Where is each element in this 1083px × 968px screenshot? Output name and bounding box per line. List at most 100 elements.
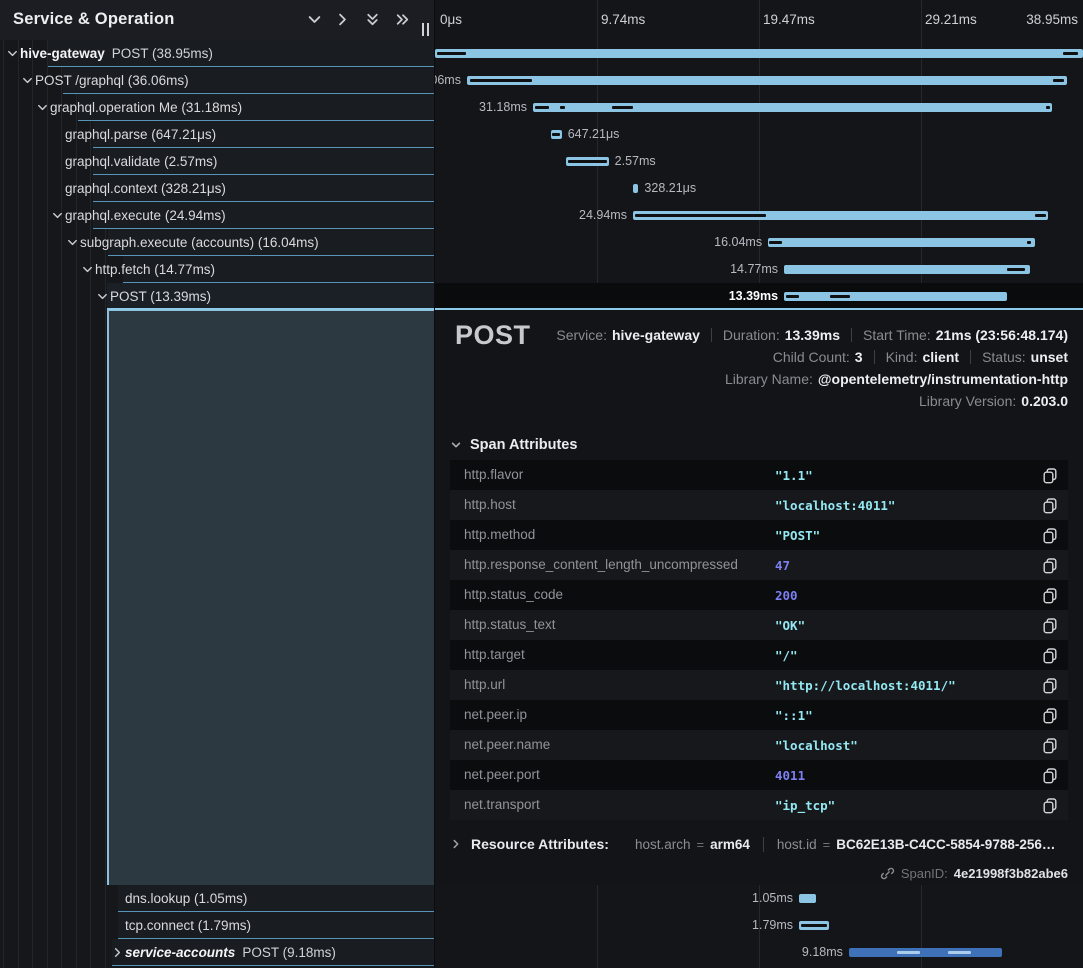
attribute-row: net.peer.name"localhost" bbox=[450, 730, 1068, 760]
span-tree-row[interactable]: graphql.parse (647.21μs) bbox=[0, 121, 435, 148]
copy-icon[interactable] bbox=[1042, 767, 1058, 784]
bar-duration-label: 31.18ms bbox=[479, 100, 527, 114]
chevron-down-icon[interactable] bbox=[96, 290, 110, 304]
span-tree-row[interactable]: POST /graphql (36.06ms) bbox=[0, 67, 435, 94]
attribute-row: http.host"localhost:4011" bbox=[450, 490, 1068, 520]
expand-all-icon[interactable] bbox=[391, 11, 413, 29]
child-span-mark bbox=[769, 241, 782, 244]
span-duration-bar[interactable] bbox=[849, 948, 1002, 957]
span-tree-row[interactable]: dns.lookup (1.05ms) bbox=[0, 885, 435, 912]
span-attributes-table: http.flavor"1.1"http.host"localhost:4011… bbox=[450, 460, 1068, 820]
span-tree-row[interactable]: http.fetch (14.77ms) bbox=[0, 256, 435, 283]
pane-resize-handle[interactable] bbox=[422, 23, 431, 36]
span-tree-row[interactable]: hive-gatewayPOST (38.95ms) bbox=[0, 40, 435, 67]
copy-icon[interactable] bbox=[1042, 527, 1058, 544]
attribute-row: http.response_content_length_uncompresse… bbox=[450, 550, 1068, 580]
copy-icon[interactable] bbox=[1042, 797, 1058, 814]
copy-icon[interactable] bbox=[1042, 617, 1058, 634]
copy-icon[interactable] bbox=[1042, 587, 1058, 604]
attribute-key: net.transport bbox=[464, 797, 540, 812]
expand-one-icon[interactable] bbox=[331, 11, 353, 29]
child-span-mark bbox=[535, 106, 549, 109]
chevron-down-icon[interactable] bbox=[51, 209, 65, 223]
service-name: service-accounts bbox=[125, 945, 235, 960]
chevron-right-icon[interactable] bbox=[111, 946, 125, 960]
span-bar-row[interactable] bbox=[435, 40, 1083, 67]
span-tree-row[interactable]: tcp.connect (1.79ms) bbox=[0, 912, 435, 939]
chevron-down-icon[interactable] bbox=[21, 74, 35, 88]
chevron-down-icon[interactable] bbox=[36, 101, 50, 115]
meta-value: 0.203.0 bbox=[1021, 393, 1068, 409]
collapse-one-icon[interactable] bbox=[303, 11, 325, 29]
chevron-down-icon[interactable] bbox=[6, 47, 20, 61]
span-duration-bar[interactable] bbox=[633, 184, 638, 193]
bar-duration-label: 1.05ms bbox=[752, 891, 793, 905]
child-span-mark bbox=[552, 133, 560, 136]
meta-label: Start Time: bbox=[863, 327, 931, 343]
divider bbox=[851, 328, 852, 342]
span-tree-row[interactable]: graphql.validate (2.57ms) bbox=[0, 148, 435, 175]
chevron-down-icon[interactable] bbox=[81, 263, 95, 277]
span-attributes-toggle[interactable]: Span Attributes bbox=[450, 437, 577, 453]
copy-icon[interactable] bbox=[1042, 707, 1058, 724]
span-duration-bar[interactable] bbox=[784, 292, 1007, 301]
meta-label: Kind: bbox=[886, 349, 918, 365]
span-duration-bar[interactable] bbox=[799, 894, 816, 903]
span-tree-row[interactable]: service-accountsPOST (9.18ms) bbox=[0, 939, 435, 966]
span-row-label: tcp.connect (1.79ms) bbox=[125, 918, 251, 933]
chevron-down-icon[interactable] bbox=[66, 236, 80, 250]
copy-icon[interactable] bbox=[1042, 737, 1058, 754]
resource-attributes-toggle[interactable]: Resource Attributes:host.arch=arm64host.… bbox=[450, 836, 1068, 852]
span-duration-bar[interactable] bbox=[784, 265, 1030, 274]
span-duration-bar[interactable] bbox=[768, 238, 1035, 247]
span-bar-row[interactable]: 16.04ms bbox=[435, 229, 1083, 256]
divider bbox=[970, 350, 971, 364]
timeline-tick-label: 9.74ms bbox=[601, 12, 645, 27]
span-id-value: 4e21998f3b82abe6 bbox=[954, 866, 1068, 881]
span-row-label: service-accountsPOST (9.18ms) bbox=[125, 945, 336, 960]
span-bar-row[interactable]: 36.06ms bbox=[435, 67, 1083, 94]
detail-meta: Service:hive-gatewayDuration:13.39msStar… bbox=[556, 325, 1068, 410]
attribute-key: http.status_text bbox=[464, 617, 556, 632]
span-bar-row[interactable]: 9.18ms bbox=[435, 939, 1083, 966]
span-bar-row[interactable]: 1.79ms bbox=[435, 912, 1083, 939]
resource-attr-value: arm64 bbox=[710, 837, 750, 852]
span-duration-bar[interactable] bbox=[435, 49, 1083, 58]
copy-icon[interactable] bbox=[1042, 647, 1058, 664]
link-icon[interactable] bbox=[880, 866, 895, 881]
span-bar-row[interactable]: 2.57ms bbox=[435, 148, 1083, 175]
attribute-value: "http://localhost:4011/" bbox=[775, 678, 956, 693]
copy-icon[interactable] bbox=[1042, 497, 1058, 514]
meta-value: 21ms (23:56:48.174) bbox=[936, 327, 1068, 343]
span-bar-row[interactable]: 13.39ms bbox=[435, 283, 1083, 310]
span-bar-row[interactable]: 14.77ms bbox=[435, 256, 1083, 283]
timeline-tick-label: 29.21ms bbox=[925, 12, 977, 27]
span-bar-row[interactable]: 31.18ms bbox=[435, 94, 1083, 121]
span-bar-row[interactable]: 24.94ms bbox=[435, 202, 1083, 229]
child-span-mark bbox=[437, 52, 466, 55]
span-bar-row[interactable]: 1.05ms bbox=[435, 885, 1083, 912]
timeline-tick-label: 38.95ms bbox=[1026, 12, 1078, 27]
copy-icon[interactable] bbox=[1042, 467, 1058, 484]
span-bar-row[interactable]: 647.21μs bbox=[435, 121, 1083, 148]
span-tree-row[interactable]: graphql.execute (24.94ms) bbox=[0, 202, 435, 229]
resource-attr-key: host.id bbox=[777, 837, 817, 852]
attribute-value: "1.1" bbox=[775, 468, 813, 483]
child-span-mark bbox=[897, 951, 920, 954]
span-tree-row[interactable]: graphql.context (328.21μs) bbox=[0, 175, 435, 202]
meta-label: Service: bbox=[556, 327, 607, 343]
span-tree-row[interactable]: POST (13.39ms) bbox=[0, 283, 435, 310]
span-tree-row[interactable]: subgraph.execute (accounts) (16.04ms) bbox=[0, 229, 435, 256]
span-duration-bar[interactable] bbox=[533, 103, 1052, 112]
collapse-all-icon[interactable] bbox=[361, 11, 383, 29]
chevron-right-icon bbox=[450, 838, 462, 850]
span-bar-row[interactable]: 328.21μs bbox=[435, 175, 1083, 202]
span-duration-bar[interactable] bbox=[467, 76, 1067, 85]
copy-icon[interactable] bbox=[1042, 557, 1058, 574]
resource-attr-key: host.arch bbox=[635, 837, 691, 852]
meta-value: @opentelemetry/instrumentation-http bbox=[818, 371, 1068, 387]
bar-duration-label: 14.77ms bbox=[730, 262, 778, 276]
copy-icon[interactable] bbox=[1042, 677, 1058, 694]
span-tree-row[interactable]: graphql.operation Me (31.18ms) bbox=[0, 94, 435, 121]
divider bbox=[711, 328, 712, 342]
